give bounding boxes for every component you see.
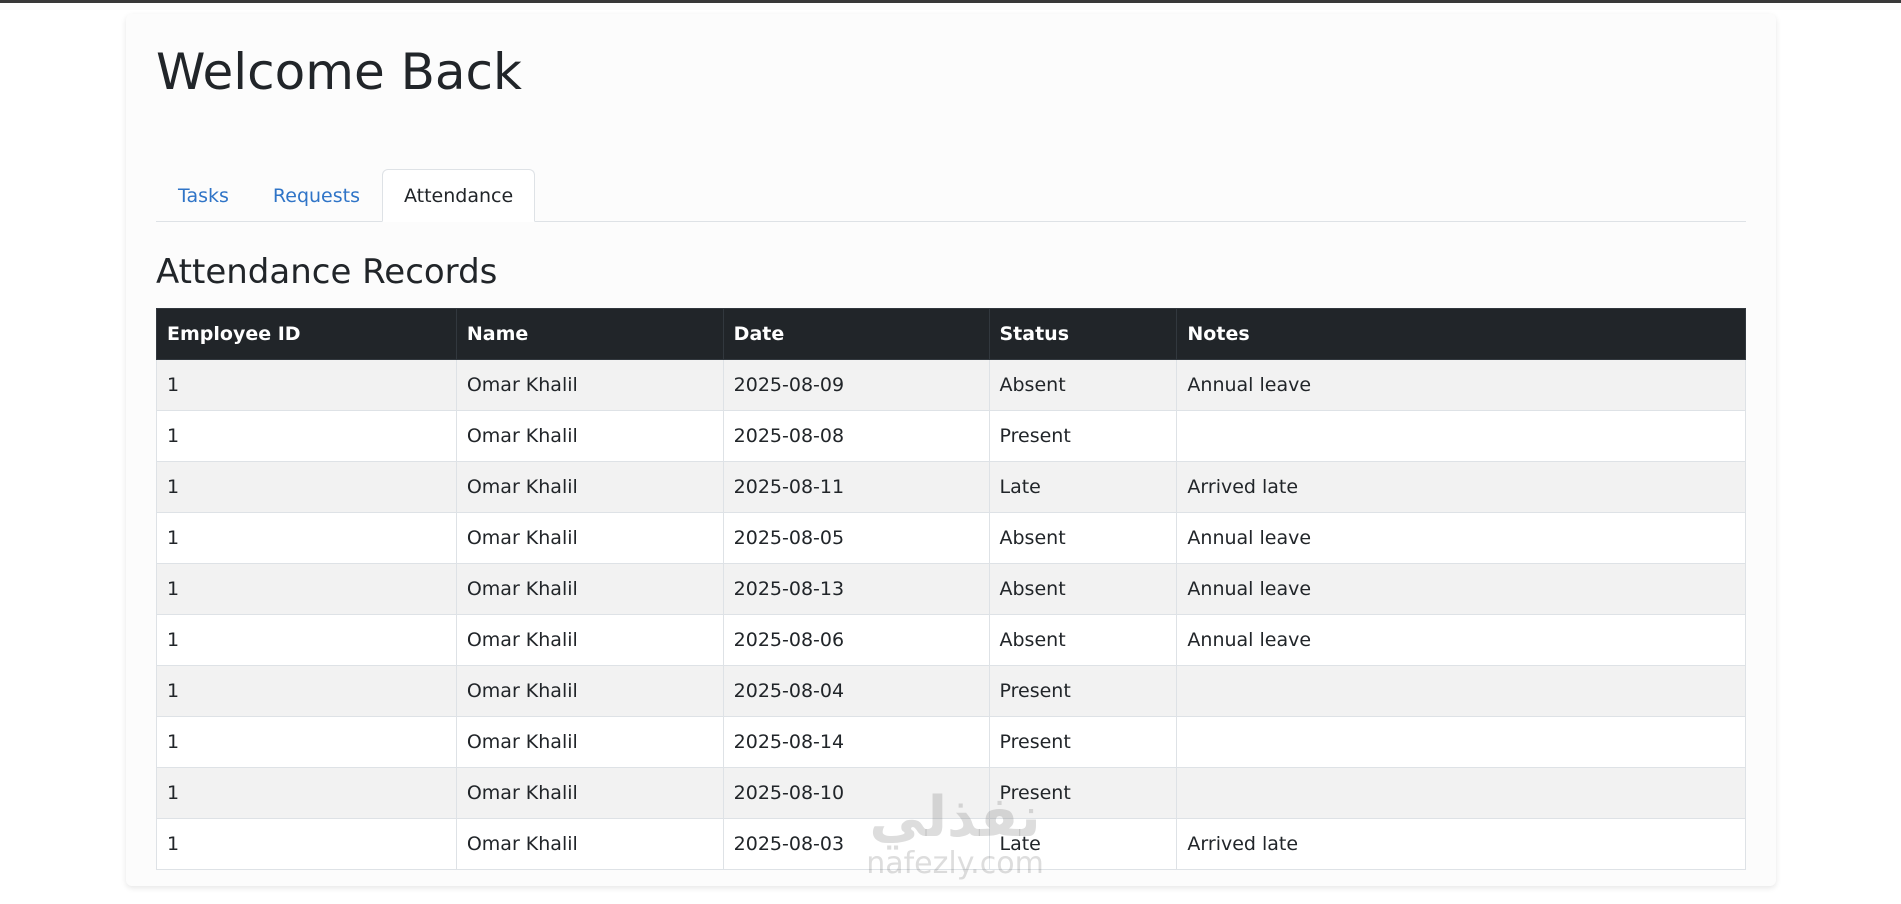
- table-row: 1 Omar Khalil 2025-08-06 Absent Annual l…: [156, 614, 1746, 666]
- tab-attendance[interactable]: Attendance: [381, 169, 536, 222]
- cell-name: Omar Khalil: [455, 359, 724, 411]
- cell-status: Absent: [988, 359, 1178, 411]
- cell-status: Present: [988, 665, 1178, 717]
- table-row: 1 Omar Khalil 2025-08-11 Late Arrived la…: [156, 461, 1746, 513]
- cell-date: 2025-08-09: [722, 359, 990, 411]
- cell-name: Omar Khalil: [455, 665, 724, 717]
- tab-bar: Tasks Requests Attendance: [156, 169, 1746, 222]
- table-row: 1 Omar Khalil 2025-08-08 Present: [156, 410, 1746, 462]
- column-header-name: Name: [455, 308, 724, 360]
- cell-name: Omar Khalil: [455, 614, 724, 666]
- cell-status: Present: [988, 716, 1178, 768]
- table-header-row: Employee ID Name Date Status Notes: [156, 308, 1746, 360]
- cell-status: Absent: [988, 563, 1178, 615]
- cell-employee-id: 1: [156, 359, 457, 411]
- cell-status: Absent: [988, 614, 1178, 666]
- cell-employee-id: 1: [156, 767, 457, 819]
- cell-status: Absent: [988, 512, 1178, 564]
- cell-date: 2025-08-05: [722, 512, 990, 564]
- cell-notes: Arrived late: [1176, 461, 1746, 513]
- cell-employee-id: 1: [156, 512, 457, 564]
- cell-notes: Annual leave: [1176, 512, 1746, 564]
- cell-status: Late: [988, 461, 1178, 513]
- cell-status: Present: [988, 410, 1178, 462]
- cell-date: 2025-08-08: [722, 410, 990, 462]
- cell-notes: [1176, 716, 1746, 768]
- cell-name: Omar Khalil: [455, 818, 724, 870]
- attendance-title: Attendance Records: [156, 252, 498, 292]
- cell-notes: Annual leave: [1176, 563, 1746, 615]
- cell-date: 2025-08-10: [722, 767, 990, 819]
- table-row: 1 Omar Khalil 2025-08-10 Present: [156, 767, 1746, 819]
- table-row: 1 Omar Khalil 2025-08-14 Present: [156, 716, 1746, 768]
- tab-tasks[interactable]: Tasks: [156, 169, 251, 221]
- cell-notes: Annual leave: [1176, 614, 1746, 666]
- cell-name: Omar Khalil: [455, 461, 724, 513]
- attendance-table: Employee ID Name Date Status Notes 1 Oma…: [156, 308, 1746, 870]
- cell-name: Omar Khalil: [455, 716, 724, 768]
- cell-date: 2025-08-04: [722, 665, 990, 717]
- cell-notes: [1176, 767, 1746, 819]
- cell-date: 2025-08-11: [722, 461, 990, 513]
- cell-name: Omar Khalil: [455, 512, 724, 564]
- cell-name: Omar Khalil: [455, 767, 724, 819]
- cell-employee-id: 1: [156, 461, 457, 513]
- table-row: 1 Omar Khalil 2025-08-03 Late Arrived la…: [156, 818, 1746, 870]
- column-header-employee-id: Employee ID: [156, 308, 457, 360]
- cell-date: 2025-08-03: [722, 818, 990, 870]
- cell-notes: Annual leave: [1176, 359, 1746, 411]
- cell-employee-id: 1: [156, 563, 457, 615]
- cell-notes: [1176, 410, 1746, 462]
- tab-requests[interactable]: Requests: [251, 169, 382, 221]
- cell-notes: Arrived late: [1176, 818, 1746, 870]
- table-row: 1 Omar Khalil 2025-08-13 Absent Annual l…: [156, 563, 1746, 615]
- table-row: 1 Omar Khalil 2025-08-09 Absent Annual l…: [156, 359, 1746, 411]
- cell-notes: [1176, 665, 1746, 717]
- cell-employee-id: 1: [156, 410, 457, 462]
- cell-name: Omar Khalil: [455, 410, 724, 462]
- cell-employee-id: 1: [156, 665, 457, 717]
- top-border: [0, 0, 1901, 3]
- column-header-date: Date: [722, 308, 990, 360]
- column-header-status: Status: [988, 308, 1178, 360]
- cell-status: Late: [988, 818, 1178, 870]
- cell-employee-id: 1: [156, 614, 457, 666]
- table-row: 1 Omar Khalil 2025-08-05 Absent Annual l…: [156, 512, 1746, 564]
- cell-employee-id: 1: [156, 818, 457, 870]
- cell-employee-id: 1: [156, 716, 457, 768]
- cell-date: 2025-08-06: [722, 614, 990, 666]
- page-title: Welcome Back: [156, 43, 522, 101]
- column-header-notes: Notes: [1176, 308, 1746, 360]
- cell-date: 2025-08-14: [722, 716, 990, 768]
- cell-date: 2025-08-13: [722, 563, 990, 615]
- cell-name: Omar Khalil: [455, 563, 724, 615]
- cell-status: Present: [988, 767, 1178, 819]
- main-card: Welcome Back Tasks Requests Attendance A…: [126, 14, 1776, 886]
- table-row: 1 Omar Khalil 2025-08-04 Present: [156, 665, 1746, 717]
